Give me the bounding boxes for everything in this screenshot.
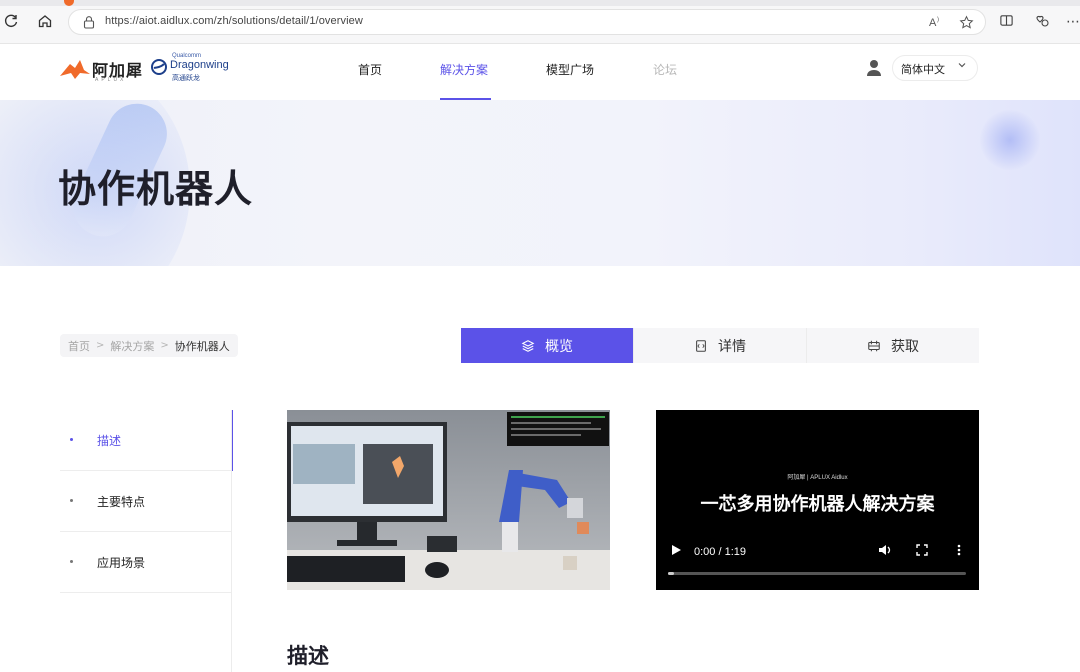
reload-icon[interactable] [2, 13, 20, 31]
nav-item-model-square[interactable]: 模型广场 [546, 61, 594, 78]
download-box-icon [868, 340, 880, 351]
svg-text:): ) [937, 17, 939, 23]
nav-item-forum[interactable]: 论坛 [653, 61, 677, 78]
tab-details[interactable]: 详情 [634, 328, 807, 363]
breadcrumb-solutions[interactable]: 解决方案 [110, 338, 154, 354]
address-bar[interactable]: https://aiot.aidlux.com/zh/solutions/det… [68, 9, 986, 35]
extensions-icon[interactable] [1034, 13, 1050, 34]
tab-details-label: 详情 [718, 338, 746, 355]
site-header: 阿加犀 APLUX Qualcomm Dragonwing 高通跃龙 首页 解决… [0, 44, 1080, 100]
tab-overview-label: 概览 [545, 338, 573, 355]
side-nav: 描述 主要特点 应用场景 [60, 410, 233, 593]
video-progress-fill [668, 572, 674, 575]
video-player[interactable]: 阿加犀 | APLUX Aidlux 一芯多用协作机器人解决方案 0:00 / … [656, 410, 979, 590]
volume-icon[interactable] [878, 544, 892, 556]
video-brand-text: 阿加犀 | APLUX Aidlux [787, 475, 848, 481]
side-item-scenarios[interactable]: 应用场景 [60, 532, 232, 593]
side-item-label: 应用场景 [97, 556, 146, 570]
lock-icon[interactable] [83, 15, 95, 29]
side-item-label: 主要特点 [97, 495, 146, 509]
section-heading: 描述 [287, 644, 329, 668]
play-icon[interactable] [670, 544, 682, 556]
more-icon[interactable]: ⋯ [1066, 13, 1080, 31]
breadcrumb-home[interactable]: 首页 [68, 338, 90, 354]
language-select[interactable]: 简体中文 [892, 55, 978, 81]
tab-overview[interactable]: 概览 [461, 328, 634, 363]
hero-banner: 协作机器人 [0, 100, 1080, 266]
nav-item-home[interactable]: 首页 [358, 61, 382, 78]
bullet-icon [70, 560, 73, 563]
user-icon[interactable] [866, 59, 882, 77]
breadcrumb-separator: > [160, 340, 169, 351]
content-tabs: 概览 详情 获取 [461, 328, 979, 363]
video-progress-bar[interactable] [668, 572, 966, 575]
video-more-icon[interactable] [956, 544, 962, 556]
split-screen-icon[interactable] [999, 13, 1014, 33]
favorite-star-icon[interactable] [959, 15, 974, 35]
chevron-down-icon [957, 60, 967, 73]
breadcrumb: 首页 > 解决方案 > 协作机器人 [60, 334, 238, 357]
layers-icon [521, 339, 535, 352]
side-item-features[interactable]: 主要特点 [60, 471, 232, 532]
side-item-label: 描述 [97, 434, 122, 448]
tab-get-label: 获取 [891, 338, 919, 355]
page-title: 协作机器人 [58, 167, 254, 211]
breadcrumb-separator: > [96, 340, 105, 351]
side-item-description[interactable]: 描述 [60, 410, 233, 471]
tab-get[interactable]: 获取 [807, 328, 979, 363]
svg-text:A: A [929, 17, 937, 29]
video-title: 一芯多用协作机器人解决方案 [700, 494, 935, 515]
url-text[interactable]: https://aiot.aidlux.com/zh/solutions/det… [105, 15, 363, 27]
read-aloud-icon[interactable]: A) [929, 15, 943, 34]
bullet-icon [70, 499, 73, 502]
bullet-icon [70, 438, 73, 441]
robot-demo-photo [287, 410, 610, 590]
side-divider [231, 410, 232, 672]
browser-toolbar: https://aiot.aidlux.com/zh/solutions/det… [0, 0, 1080, 44]
robot-arm-photo-illustration [287, 410, 610, 590]
nav-item-solutions[interactable]: 解决方案 [440, 61, 488, 78]
document-icon [696, 339, 706, 352]
language-label: 简体中文 [901, 63, 945, 76]
fullscreen-icon[interactable] [916, 544, 928, 556]
tab-strip [0, 0, 1080, 6]
breadcrumb-current: 协作机器人 [174, 339, 230, 353]
banner-decoration [980, 110, 1040, 170]
video-time: 0:00 / 1:19 [694, 546, 746, 558]
home-icon[interactable] [36, 13, 54, 31]
